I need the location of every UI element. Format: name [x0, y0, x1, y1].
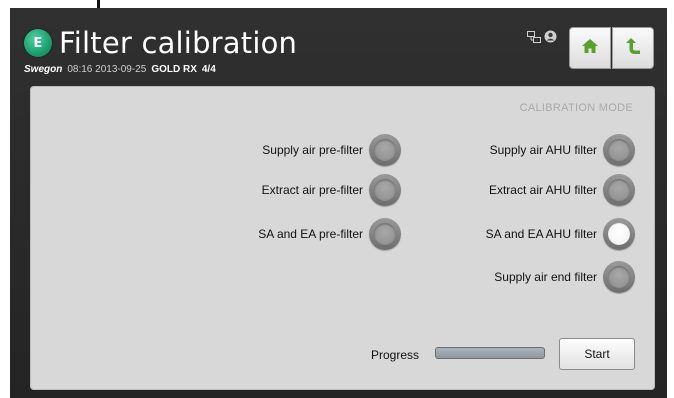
filter-label: Supply air AHU filter [489, 143, 597, 157]
page-indicator: 4/4 [201, 64, 216, 75]
filter-option-sa-ea-pre[interactable]: SA and EA pre-filter [258, 217, 401, 251]
calibration-mode-label: CALIBRATION MODE [519, 102, 633, 114]
home-button[interactable] [569, 27, 611, 69]
clock-date: 2013-09-25 [95, 64, 147, 75]
filter-radio[interactable] [603, 134, 635, 166]
start-button[interactable]: Start [559, 338, 635, 370]
filter-radio[interactable] [603, 174, 635, 206]
page-title: Filter calibration [59, 26, 298, 60]
filter-radio[interactable] [369, 174, 401, 206]
filter-radio[interactable] [603, 261, 635, 293]
status-line: Swegon 08:16 2013-09-25 GOLD RX 4/4 [24, 64, 216, 75]
filter-option-sa-ea-ahu[interactable]: SA and EA AHU filter [486, 217, 635, 251]
clock-time: 08:16 [67, 64, 93, 75]
filter-label: SA and EA AHU filter [485, 227, 597, 241]
progress-label: Progress [371, 348, 420, 362]
filter-radio[interactable] [369, 134, 401, 166]
header: E Filter calibration [24, 25, 297, 61]
filter-option-supply-air-pre[interactable]: Supply air pre-filter [262, 133, 401, 167]
filter-label: Extract air pre-filter [261, 183, 363, 197]
filter-option-supply-air-end[interactable]: Supply air end filter [494, 260, 635, 294]
calibration-panel: CALIBRATION MODE Supply air pre-filter E… [30, 86, 655, 390]
back-button[interactable] [612, 27, 654, 69]
app-logo-letter: E [33, 35, 43, 51]
home-icon [581, 38, 599, 59]
status-icons [527, 30, 557, 43]
filter-option-supply-air-ahu[interactable]: Supply air AHU filter [490, 133, 635, 167]
user-icon [544, 30, 557, 43]
network-icon [527, 30, 541, 43]
filter-label: Extract air AHU filter [488, 183, 597, 197]
filter-label: Supply air end filter [494, 270, 597, 284]
filter-label: SA and EA pre-filter [258, 227, 363, 241]
unit-name: GOLD RX [151, 64, 197, 75]
brand-logo: Swegon [24, 64, 63, 75]
filter-label: Supply air pre-filter [262, 143, 363, 157]
filter-radio[interactable] [369, 218, 401, 250]
filter-option-extract-air-pre[interactable]: Extract air pre-filter [262, 173, 401, 207]
progress-bar [435, 347, 545, 359]
filter-option-extract-air-ahu[interactable]: Extract air AHU filter [489, 173, 635, 207]
back-arrow-icon [625, 37, 641, 60]
app-logo-icon: E [24, 29, 52, 57]
filter-radio-selected[interactable] [603, 218, 635, 250]
